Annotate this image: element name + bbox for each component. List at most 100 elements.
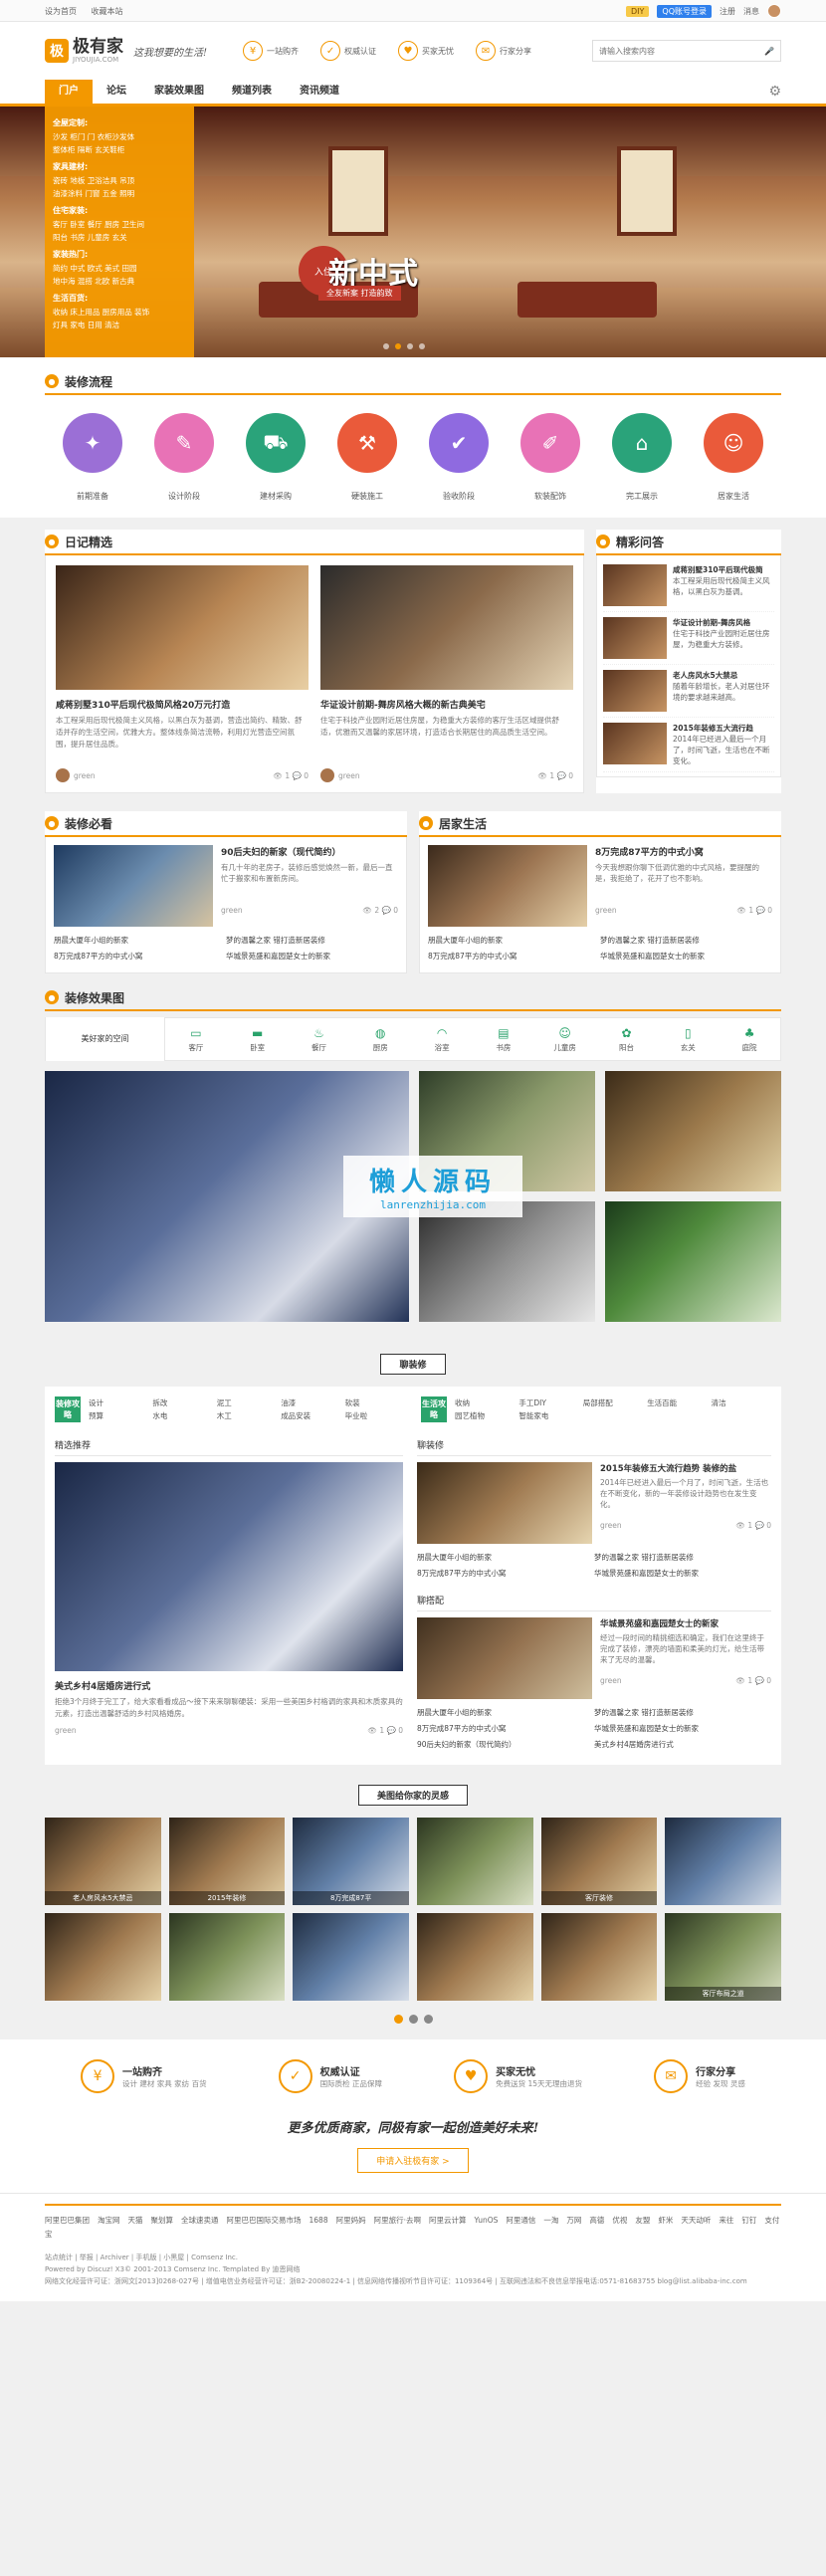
diary-image[interactable] xyxy=(320,565,573,690)
apply-join-button[interactable]: 申请入驻极有家 > xyxy=(357,2148,469,2173)
category-link[interactable] xyxy=(647,1409,707,1422)
pager-dot[interactable] xyxy=(423,2015,433,2024)
author-name[interactable]: green xyxy=(600,1521,622,1530)
post-link[interactable]: 朋晨大厦年小组的新家 xyxy=(417,1705,594,1721)
qa-thumb[interactable] xyxy=(603,670,667,712)
post-link[interactable]: 90后夫妇的新家（现代简约） xyxy=(417,1737,594,1753)
friend-link[interactable]: 万网 xyxy=(566,2216,581,2225)
inspiration-photo[interactable]: 客厅布局之道 xyxy=(665,1913,781,2001)
qa-item[interactable]: 2015年装修五大流行趋 2014年已经进入最后一个月了，时间飞逝，生活也在不断变… xyxy=(603,718,774,772)
friend-link[interactable]: 聚划算 xyxy=(151,2216,174,2225)
article-link[interactable]: 梦的温馨之家 错打造新居装修 xyxy=(226,933,398,949)
microphone-icon[interactable]: 🎤 xyxy=(764,47,774,56)
friend-link[interactable]: 阿里巴巴国际交易市场 xyxy=(227,2216,302,2225)
friend-link[interactable]: 一淘 xyxy=(543,2216,558,2225)
hero-banner[interactable]: 入住 新中式 全友新案 打造韵致 全屋定制: 沙发 柜门 门 衣柜沙发体 整体柜… xyxy=(0,107,826,357)
qq-login-button[interactable]: QQ账号登录 xyxy=(657,4,712,18)
friend-link[interactable]: 阿里通信 xyxy=(506,2216,535,2225)
category-link[interactable]: 生活百能 xyxy=(647,1396,707,1409)
friend-link[interactable]: 友盟 xyxy=(635,2216,650,2225)
nav-forum[interactable]: 论坛 xyxy=(93,80,140,104)
gallery-image[interactable] xyxy=(605,1071,781,1191)
gallery-tab[interactable]: ◠ 浴室 xyxy=(411,1026,473,1053)
friend-link[interactable]: 虾米 xyxy=(658,2216,673,2225)
author-name[interactable]: green xyxy=(74,771,96,780)
category-link[interactable]: 软装 xyxy=(345,1396,405,1409)
qa-item[interactable]: 老人房风水5大禁忌 随着年龄增长，老人对居住环境的要求越来越高。 xyxy=(603,665,774,718)
qa-title[interactable]: 老人房风水5大禁忌 xyxy=(673,670,774,681)
diary-title[interactable]: 咸蒋别墅310平后现代极简风格20万元打造 xyxy=(56,698,309,711)
category-links[interactable]: 客厅 卧室 餐厅 厨房 卫生间 xyxy=(53,218,186,231)
search-input[interactable] xyxy=(599,46,765,56)
article-title[interactable]: 8万完成87平方的中式小窝 xyxy=(595,845,772,858)
inspiration-photo[interactable] xyxy=(293,1913,409,2001)
banner-dot[interactable] xyxy=(419,343,425,349)
set-homepage-link[interactable]: 设为首页 xyxy=(45,7,77,16)
inspiration-photo[interactable]: 客厅装修 xyxy=(540,1818,658,1905)
flow-step[interactable]: ✐ 软装配饰 xyxy=(518,413,582,502)
flow-step[interactable]: ✦ 前期准备 xyxy=(61,413,124,502)
feature-item[interactable]: ✉ 行家分享 xyxy=(476,41,531,61)
author-name[interactable]: green xyxy=(600,1676,622,1685)
post-link[interactable]: 华城景苑盛和嘉园楚女士的新家 xyxy=(594,1566,771,1582)
gallery-tab[interactable]: ▬ 卧室 xyxy=(227,1026,289,1053)
category-links[interactable]: 灯具 家电 日用 清洁 xyxy=(53,319,186,331)
flow-step[interactable]: ⌂ 完工展示 xyxy=(610,413,674,502)
friend-link[interactable]: 天猫 xyxy=(128,2216,143,2225)
category-link[interactable]: 手工DIY xyxy=(518,1396,578,1409)
flow-step[interactable]: ✔ 验收阶段 xyxy=(427,413,491,502)
article-link[interactable]: 朋晨大厦年小组的新家 xyxy=(54,933,226,949)
friend-link[interactable]: 阿里云计算 xyxy=(429,2216,467,2225)
friend-link[interactable]: 1688 xyxy=(310,2216,328,2225)
category-link[interactable] xyxy=(583,1409,643,1422)
gallery-tab-all[interactable]: 美好家的空间 xyxy=(46,1017,165,1061)
category-links[interactable]: 沙发 柜门 门 衣柜沙发体 xyxy=(53,130,186,143)
category-link[interactable] xyxy=(712,1409,771,1422)
inspiration-photo[interactable] xyxy=(665,1818,781,1905)
article-link[interactable]: 8万完成87平方的中式小窝 xyxy=(428,949,600,965)
article-link[interactable]: 华城景苑盛和嘉园楚女士的新家 xyxy=(600,949,772,965)
feature-item[interactable]: ♥ 买家无忧 xyxy=(398,41,454,61)
pager-dot[interactable] xyxy=(408,2015,418,2024)
diy-button[interactable]: DIY xyxy=(626,5,650,17)
post-link[interactable]: 梦的温馨之家 错打造新居装修 xyxy=(594,1550,771,1566)
friend-link[interactable]: 来往 xyxy=(719,2216,733,2225)
gear-icon[interactable]: ⚙ xyxy=(768,80,781,104)
qa-thumb[interactable] xyxy=(603,564,667,606)
category-link[interactable]: 预算 xyxy=(89,1409,148,1422)
flow-step[interactable]: ☺ 居家生活 xyxy=(702,413,765,502)
category-links[interactable]: 阳台 书房 儿童房 玄关 xyxy=(53,231,186,244)
pager-dot[interactable] xyxy=(393,2015,403,2024)
feature-item[interactable]: ✓ 权威认证 xyxy=(320,41,376,61)
article-link[interactable]: 朋晨大厦年小组的新家 xyxy=(428,933,600,949)
gallery-image[interactable] xyxy=(605,1201,781,1322)
banner-dot[interactable] xyxy=(383,343,389,349)
user-avatar[interactable] xyxy=(767,4,781,18)
banner-dot[interactable] xyxy=(407,343,413,349)
post-link[interactable]: 8万完成87平方的中式小窝 xyxy=(417,1566,594,1582)
friend-link[interactable]: 钉钉 xyxy=(741,2216,756,2225)
friend-link[interactable]: 阿里巴巴集团 xyxy=(45,2216,90,2225)
author-name[interactable]: green xyxy=(55,1726,77,1735)
author-name[interactable]: green xyxy=(595,906,617,915)
flow-step[interactable]: ✎ 设计阶段 xyxy=(152,413,216,502)
qa-item[interactable]: 华证设计前期-舞房风格 住宅于科技产业园附近居住房屋，为稳重大方装修。 xyxy=(603,612,774,665)
article-link[interactable]: 华城景苑盛和嘉园楚女士的新家 xyxy=(226,949,398,965)
diary-card[interactable]: 华证设计前期-舞房风格大概的新古典美宅 住宅于科技产业园附近居住房屋，为稳重大方… xyxy=(320,565,573,782)
category-link[interactable]: 局部搭配 xyxy=(583,1396,643,1409)
friend-link[interactable]: 高德 xyxy=(589,2216,604,2225)
category-links[interactable]: 整体柜 隔断 玄关鞋柜 xyxy=(53,143,186,156)
bookmark-link[interactable]: 收藏本站 xyxy=(92,7,123,16)
featured-title[interactable]: 美式乡村4居婚房进行式 xyxy=(55,1679,403,1692)
category-link[interactable]: 水电 xyxy=(152,1409,212,1422)
category-link[interactable]: 拆改 xyxy=(152,1396,212,1409)
friend-link[interactable]: 阿里旅行·去啊 xyxy=(374,2216,421,2225)
author-name[interactable]: green xyxy=(221,906,243,915)
post-title[interactable]: 华城景苑盛和嘉园楚女士的新家 xyxy=(600,1617,771,1629)
inspiration-photo[interactable]: 老人房风水5大禁忌 xyxy=(45,1818,161,1905)
nav-channels[interactable]: 频道列表 xyxy=(218,80,286,104)
category-link[interactable]: 木工 xyxy=(217,1409,277,1422)
inspiration-photo[interactable]: 8万完成87平 xyxy=(293,1818,409,1905)
category-link[interactable]: 清洁 xyxy=(712,1396,771,1409)
diary-card[interactable]: 咸蒋别墅310平后现代极简风格20万元打造 本工程采用后现代极简主义风格，以黑白… xyxy=(56,565,309,782)
